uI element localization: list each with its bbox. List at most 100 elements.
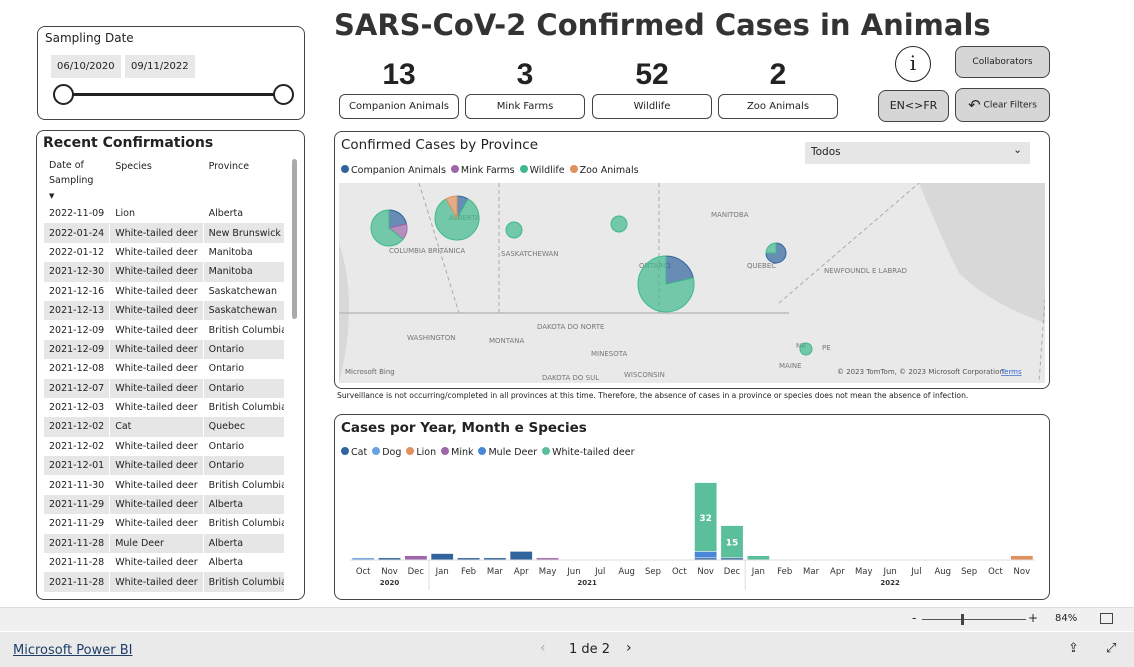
table-cell: White-tailed deer: [109, 359, 204, 379]
kpi-filter-button[interactable]: Zoo Animals: [718, 94, 838, 119]
map-canvas[interactable]: COLUMBIA BRITÁNICAALBERTASASKATCHEWANMAN…: [339, 183, 1045, 383]
recent-confirmations-panel: Recent Confirmations Date of Sampling ▼ S…: [36, 130, 305, 600]
slider-end-handle[interactable]: [273, 84, 294, 105]
table-row[interactable]: 2021-12-07 White-tailed deer Ontario: [44, 378, 284, 398]
kpi-filter-button[interactable]: Wildlife: [592, 94, 712, 119]
kpi-filter-button[interactable]: Companion Animals: [339, 94, 459, 119]
end-date-input[interactable]: 09/11/2022: [125, 55, 195, 78]
table-cell: 2021-12-30: [44, 262, 110, 282]
table-cell: White-tailed deer: [109, 514, 204, 534]
start-date-input[interactable]: 06/10/2020: [51, 55, 121, 78]
share-icon[interactable]: ⇪: [1068, 641, 1079, 656]
province-pie[interactable]: [765, 242, 787, 264]
slider-start-handle[interactable]: [53, 84, 74, 105]
table-row[interactable]: 2021-11-29 White-tailed deer British Colum…: [44, 514, 284, 534]
pie-slice[interactable]: [799, 342, 813, 356]
table-cell: British Columbia: [202, 572, 284, 592]
x-tick-label: Oct: [988, 567, 1003, 577]
table-row[interactable]: 2021-12-02 White-tailed deer Ontario: [44, 436, 284, 457]
table-row[interactable]: 2021-12-08 White-tailed deer Ontario: [44, 359, 284, 379]
table-cell: Alberta: [202, 204, 284, 224]
footer-bar: Microsoft Power BI ‹ 1 de 2 › ⇪ ⤢: [0, 632, 1134, 667]
legend-item[interactable]: Cat: [341, 447, 367, 458]
zoom-slider[interactable]: [922, 619, 1026, 620]
map-label: MAINE: [779, 362, 802, 370]
legend-item[interactable]: Mink: [441, 447, 473, 458]
table-row[interactable]: 2021-12-30 White-tailed deer Manitoba: [44, 262, 284, 282]
info-button[interactable]: i: [895, 46, 931, 82]
zoom-slider-handle[interactable]: [961, 614, 964, 625]
legend-item[interactable]: Wildlife: [519, 165, 565, 176]
table-row[interactable]: 2022-01-24 White-tailed deer New Brunswick: [44, 223, 284, 243]
bar-segment[interactable]: [509, 551, 533, 561]
table-cell: White-tailed deer: [109, 223, 204, 243]
table-row[interactable]: 2021-11-29 White-tailed deer Alberta: [44, 494, 284, 515]
bar-segment[interactable]: [430, 553, 454, 561]
pie-slice[interactable]: [610, 215, 628, 233]
column-header-date[interactable]: Date of Sampling ▼: [44, 158, 110, 204]
legend-dot-icon: [569, 165, 578, 173]
bar-segment[interactable]: [404, 555, 428, 561]
column-header-province[interactable]: Province: [202, 158, 284, 204]
table-row[interactable]: 2021-11-28 White-tailed deer Alberta: [44, 553, 284, 573]
table-row[interactable]: 2022-01-12 White-tailed deer Manitoba: [44, 242, 284, 263]
legend-item[interactable]: Zoo Animals: [569, 165, 639, 176]
table-row[interactable]: 2021-11-28 White-tailed deer British Colum…: [44, 572, 284, 592]
x-tick-label: Aug: [618, 567, 635, 577]
legend-item[interactable]: Mule Deer: [478, 447, 537, 458]
legend-dot-icon: [441, 447, 450, 455]
table-row[interactable]: 2021-11-30 White-tailed deer British Colum…: [44, 475, 284, 495]
kpi-value: 3: [516, 58, 534, 91]
bar-segment[interactable]: [746, 555, 770, 561]
terms-link[interactable]: Terms: [1000, 368, 1022, 376]
province-pie[interactable]: [637, 255, 695, 313]
province-pie[interactable]: [434, 195, 480, 241]
bar-segment[interactable]: [694, 551, 718, 559]
pie-slice[interactable]: [505, 221, 523, 239]
table-cell: Cat: [109, 417, 204, 437]
map-copyright: © 2023 TomTom, © 2023 Microsoft Corporat…: [837, 368, 1004, 376]
province-pie[interactable]: [610, 215, 628, 233]
table-cell: New Brunswick: [202, 223, 284, 243]
table-cell: White-tailed deer: [109, 553, 204, 573]
fullscreen-icon[interactable]: ⤢: [1106, 641, 1116, 656]
table-row[interactable]: 2021-12-02 Cat Quebec: [44, 417, 284, 437]
table-row[interactable]: 2021-11-28 Mule Deer Alberta: [44, 533, 284, 554]
legend-item[interactable]: White-tailed deer: [542, 447, 635, 458]
table-row[interactable]: 2021-12-13 White-tailed deer Saskatchewan: [44, 300, 284, 321]
clear-filters-button[interactable]: ↶ Clear Filters: [955, 88, 1050, 122]
table-row[interactable]: 2021-12-09 White-tailed deer Ontario: [44, 339, 284, 360]
table-scrollbar[interactable]: [292, 159, 297, 319]
legend-item[interactable]: Lion: [406, 447, 436, 458]
bar-segment[interactable]: [1010, 555, 1034, 561]
x-tick-label: May: [855, 567, 873, 577]
collaborators-button[interactable]: Collaborators: [955, 46, 1050, 78]
kpi-filter-button[interactable]: Mink Farms: [465, 94, 585, 119]
legend-item[interactable]: Dog: [372, 447, 401, 458]
province-pie[interactable]: [505, 221, 523, 239]
zoom-out-button[interactable]: -: [912, 611, 916, 625]
table-row[interactable]: 2021-12-01 White-tailed deer Ontario: [44, 456, 284, 476]
next-page-button[interactable]: ›: [626, 640, 632, 656]
table-row[interactable]: 2021-12-03 White-tailed deer British Colum…: [44, 397, 284, 418]
province-pie[interactable]: [799, 342, 813, 356]
table-cell: 2021-12-02: [49, 440, 105, 452]
table-row[interactable]: 2022-11-09 Lion Alberta: [44, 204, 284, 224]
x-tick-label: Jun: [566, 567, 580, 577]
zoom-in-button[interactable]: +: [1028, 611, 1038, 625]
column-header-species[interactable]: Species: [109, 158, 204, 204]
province-pie[interactable]: [370, 209, 408, 247]
table-row[interactable]: 2021-12-16 White-tailed deer Saskatchewan: [44, 281, 284, 301]
power-bi-link[interactable]: Microsoft Power BI: [13, 643, 132, 658]
prev-page-button[interactable]: ‹: [540, 640, 546, 656]
fit-page-icon[interactable]: [1100, 613, 1113, 624]
table-row[interactable]: 2021-12-09 White-tailed deer British Colum…: [44, 320, 284, 340]
table-cell: Saskatchewan: [202, 300, 284, 321]
x-tick-label: Jul: [910, 567, 921, 577]
language-toggle-button[interactable]: EN<>FR: [878, 90, 949, 122]
legend-item[interactable]: Companion Animals: [341, 165, 446, 176]
table-cell: White-tailed deer: [109, 572, 204, 592]
table-cell: British Columbia: [202, 397, 284, 418]
province-dropdown[interactable]: Todos ⌄: [805, 142, 1030, 164]
legend-item[interactable]: Mink Farms: [450, 165, 515, 176]
